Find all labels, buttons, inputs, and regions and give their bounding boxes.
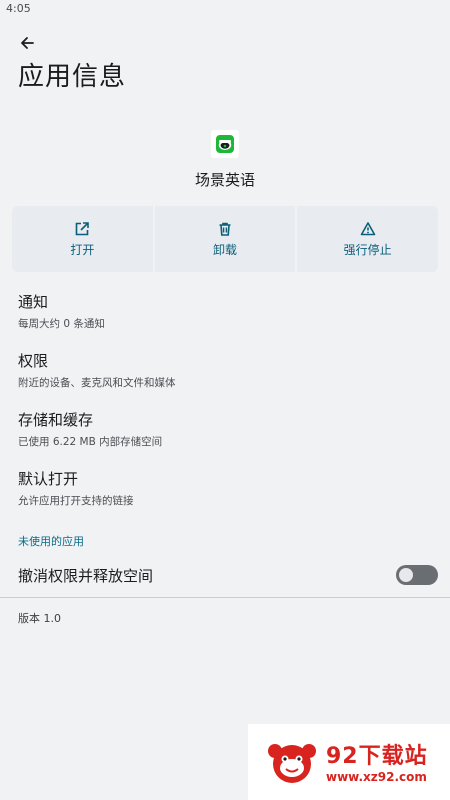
status-time: 4:05 xyxy=(6,2,31,15)
app-icon xyxy=(211,130,239,158)
action-bar: 打开 卸载 强行停止 xyxy=(12,206,439,272)
app-logo-icon xyxy=(216,135,234,153)
remove-permissions-label: 撤消权限并释放空间 xyxy=(18,567,154,585)
toggle-knob xyxy=(399,568,413,582)
setting-permissions[interactable]: 权限 附近的设备、麦克风和文件和媒体 xyxy=(18,350,432,390)
warning-icon xyxy=(360,221,375,235)
force-stop-button[interactable]: 强行停止 xyxy=(297,206,439,272)
app-name: 场景英语 xyxy=(194,171,255,189)
setting-subtitle: 每周大约 0 条通知 xyxy=(18,318,105,330)
setting-title: 存储和缓存 xyxy=(18,411,94,429)
version-label: 版本 1.0 xyxy=(18,612,61,625)
watermark: 92下载站 www.xz92.com xyxy=(248,724,450,800)
setting-title: 权限 xyxy=(18,352,49,370)
divider xyxy=(0,597,450,598)
setting-subtitle: 附近的设备、麦克风和文件和媒体 xyxy=(18,377,176,389)
uninstall-label: 卸载 xyxy=(213,242,238,257)
setting-open-by-default[interactable]: 默认打开 允许应用打开支持的链接 xyxy=(18,468,432,508)
back-button[interactable] xyxy=(14,30,40,56)
setting-subtitle: 已使用 6.22 MB 内部存储空间 xyxy=(18,436,163,448)
setting-storage[interactable]: 存储和缓存 已使用 6.22 MB 内部存储空间 xyxy=(18,409,432,449)
page-title: 应用信息 xyxy=(18,62,127,92)
status-bar: 4:05 xyxy=(0,0,450,18)
arrow-back-icon xyxy=(21,37,34,49)
open-label: 打开 xyxy=(70,242,95,257)
force-stop-label: 强行停止 xyxy=(343,242,392,257)
uninstall-button[interactable]: 卸载 xyxy=(154,206,296,272)
watermark-logo-icon xyxy=(268,744,316,783)
trash-icon xyxy=(219,222,231,236)
unused-apps-header: 未使用的应用 xyxy=(18,535,84,548)
open-in-new-icon xyxy=(76,221,90,235)
setting-title: 默认打开 xyxy=(18,470,79,488)
setting-notifications[interactable]: 通知 每周大约 0 条通知 xyxy=(18,291,432,331)
open-button[interactable]: 打开 xyxy=(12,206,153,272)
remove-permissions-toggle[interactable] xyxy=(396,565,438,585)
watermark-url: www.xz92.com xyxy=(326,770,427,784)
watermark-title: 92下载站 xyxy=(326,744,428,769)
remove-permissions-row[interactable]: 撤消权限并释放空间 xyxy=(18,565,438,585)
setting-title: 通知 xyxy=(18,293,49,311)
setting-subtitle: 允许应用打开支持的链接 xyxy=(18,495,134,507)
